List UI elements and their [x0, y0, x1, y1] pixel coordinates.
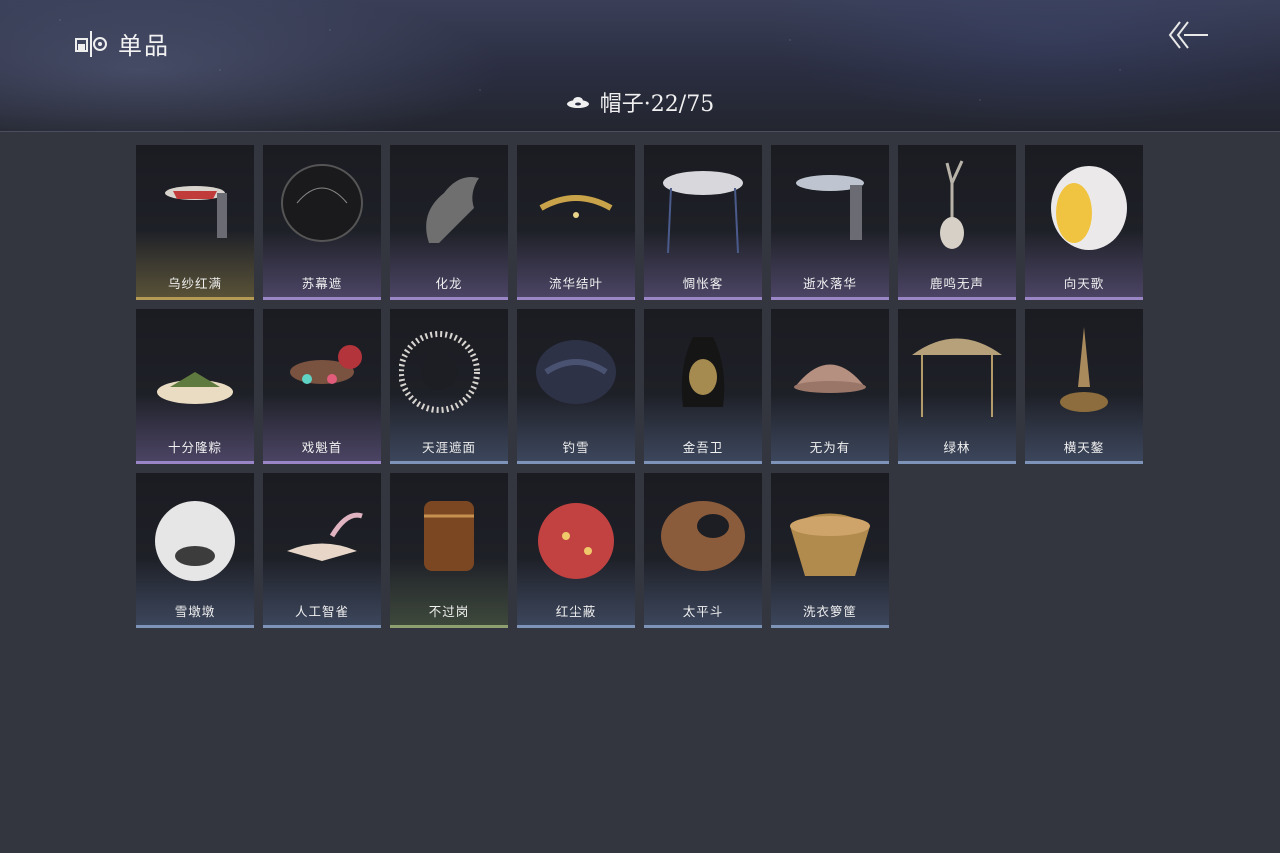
item-image	[940, 160, 964, 249]
item-image	[539, 195, 613, 218]
item-label: 惆怅客	[682, 276, 724, 291]
item-label: 苏幕遮	[301, 276, 343, 291]
title-group: 单品	[74, 26, 170, 61]
item-image	[796, 175, 864, 240]
rarity-bar	[136, 297, 254, 300]
item-grid: 乌纱红满 苏幕遮 化龙 流华结叶 惆怅客 逝水落华 鹿鸣无声 向天歌十分隆粽 戏魁首 天涯遮面 钓雪…	[136, 145, 1143, 628]
item-card[interactable]: 天涯遮面	[390, 309, 508, 464]
rarity-bar	[771, 297, 889, 300]
item-card[interactable]: 人工智雀	[263, 473, 381, 628]
rarity-bar	[263, 297, 381, 300]
item-label: 太平斗	[682, 604, 724, 619]
wardrobe-icon	[75, 30, 107, 57]
item-label: 十分隆粽	[167, 440, 222, 455]
item-image	[681, 337, 725, 407]
item-label: 红尘蔽	[555, 604, 597, 619]
item-image	[536, 340, 616, 404]
rarity-bar	[644, 297, 762, 300]
item-card[interactable]: 流华结叶	[517, 145, 635, 300]
rarity-bar	[517, 297, 635, 300]
rarity-bar	[1025, 461, 1143, 464]
item-image	[399, 331, 480, 413]
item-image	[661, 501, 745, 571]
item-label: 乌纱红满	[167, 276, 222, 291]
item-image	[538, 503, 614, 579]
rarity-bar	[136, 461, 254, 464]
item-label: 向天歌	[1063, 276, 1105, 291]
category-label: 帽子·22/75	[599, 92, 715, 117]
item-image	[1051, 166, 1127, 250]
item-image	[157, 372, 233, 404]
item-card[interactable]: 太平斗	[644, 473, 762, 628]
item-card[interactable]: 雪墩墩	[136, 473, 254, 628]
rarity-bar	[517, 461, 635, 464]
item-card[interactable]: 向天歌	[1025, 145, 1143, 300]
item-label: 天涯遮面	[421, 440, 476, 455]
item-card[interactable]: 不过岗	[390, 473, 508, 628]
item-card[interactable]: 红尘蔽	[517, 473, 635, 628]
rarity-bar	[390, 625, 508, 628]
item-label: 钓雪	[562, 440, 590, 455]
item-image	[794, 364, 866, 393]
rarity-bar	[898, 297, 1016, 300]
item-card[interactable]: 惆怅客	[644, 145, 762, 300]
rarity-bar	[263, 625, 381, 628]
item-label: 横天鏊	[1063, 440, 1105, 455]
item-image	[155, 501, 235, 581]
item-image	[165, 186, 227, 238]
hat-icon	[566, 97, 589, 108]
item-label: 逝水落华	[802, 276, 857, 291]
rarity-bar	[644, 625, 762, 628]
rarity-bar	[898, 461, 1016, 464]
back-arrow-icon[interactable]	[1166, 18, 1210, 52]
item-image	[912, 338, 1002, 417]
item-card[interactable]: 无为有	[771, 309, 889, 464]
item-label: 人工智雀	[294, 604, 349, 619]
item-image	[290, 345, 362, 384]
item-card[interactable]: 乌纱红满	[136, 145, 254, 300]
item-label: 绿林	[943, 440, 971, 455]
item-image	[281, 164, 363, 242]
item-card[interactable]: 苏幕遮	[263, 145, 381, 300]
item-card[interactable]: 十分隆粽	[136, 309, 254, 464]
rarity-bar	[644, 461, 762, 464]
item-label: 流华结叶	[548, 276, 603, 291]
item-label: 无为有	[809, 440, 851, 455]
rarity-bar	[771, 461, 889, 464]
item-image	[426, 177, 479, 243]
rarity-bar	[263, 461, 381, 464]
category-header: 帽子·22/75	[0, 86, 1280, 118]
item-label: 化龙	[435, 276, 463, 291]
item-card[interactable]: 鹿鸣无声	[898, 145, 1016, 300]
item-card[interactable]: 逝水落华	[771, 145, 889, 300]
header: 单品 帽子·22/75	[0, 0, 1280, 132]
item-card[interactable]: 绿林	[898, 309, 1016, 464]
rarity-bar	[1025, 297, 1143, 300]
item-image	[287, 512, 363, 561]
item-card[interactable]: 横天鏊	[1025, 309, 1143, 464]
item-label: 洗衣箩筐	[802, 604, 857, 619]
page-title: 单品	[118, 32, 170, 60]
item-card[interactable]: 金吾卫	[644, 309, 762, 464]
item-card[interactable]: 洗衣箩筐	[771, 473, 889, 628]
rarity-bar	[390, 297, 508, 300]
item-image	[790, 513, 870, 576]
item-label: 戏魁首	[301, 440, 343, 455]
rarity-bar	[390, 461, 508, 464]
item-card[interactable]: 化龙	[390, 145, 508, 300]
item-label: 不过岗	[428, 604, 470, 619]
item-image	[424, 501, 474, 571]
item-card[interactable]: 戏魁首	[263, 309, 381, 464]
item-image	[1060, 327, 1108, 412]
item-label: 鹿鸣无声	[929, 276, 984, 291]
rarity-bar	[517, 625, 635, 628]
rarity-bar	[136, 625, 254, 628]
item-image	[663, 171, 743, 254]
rarity-bar	[771, 625, 889, 628]
item-card[interactable]: 钓雪	[517, 309, 635, 464]
item-label: 雪墩墩	[174, 604, 216, 619]
item-label: 金吾卫	[682, 440, 724, 455]
